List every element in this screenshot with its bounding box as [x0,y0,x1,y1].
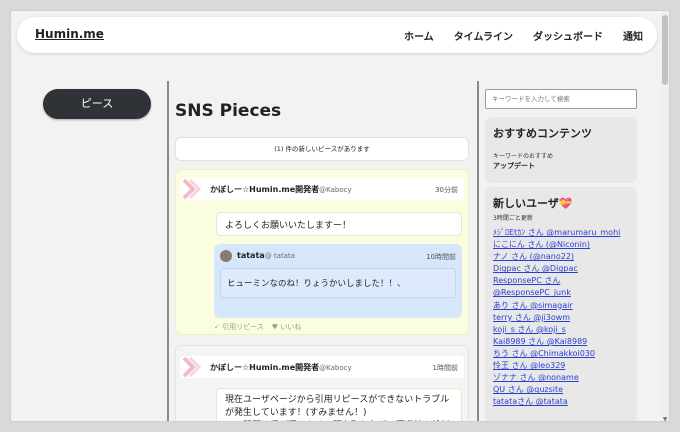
recommended-keyword[interactable]: アップデート [493,161,535,171]
post-card: かぼしー☆Humin.me開発者@Kabocy 30分前 よろしくお願いいたしま… [175,169,469,335]
pieces-button[interactable]: ピース [43,89,151,119]
recommended-title: おすすめコンテンツ [493,127,592,140]
user-link[interactable]: ResponsePC さん [493,275,639,287]
quote-author-name: tatata [237,251,265,260]
user-link[interactable]: 怜王 さん @leo329 [493,360,639,372]
brand-link[interactable]: Humin.me [35,27,104,41]
new-users-subtitle: 3時間ごと更新 [493,215,533,222]
post-actions: ✓ 引用リピース ♥ いいね [214,322,301,332]
browser-window: Humin.me ホーム タイムライン ダッシュボード 通知 ピース SNS P… [10,10,670,422]
scroll-down-arrow-icon[interactable]: ▼ [661,416,669,421]
column-divider-left [167,81,169,421]
user-link[interactable]: Kai8989 さん @Kai8989 [493,336,639,348]
post-author[interactable]: かぼしー☆Humin.me開発者@Kabocy [210,362,352,373]
post-body: よろしくお願いいたしますー！ [216,212,462,236]
chevron-avatar-icon[interactable] [180,356,202,378]
nav-notifications[interactable]: 通知 [623,28,643,43]
new-users-list: ﾒｼﾞﾛEtｶﾝ さん @marumaru_mohi にこにん さん (@Nic… [493,227,639,408]
new-users-title: 新しいユーザ💝 [493,197,573,210]
quote-author-handle: @ tatata [264,252,295,260]
quote-author[interactable]: tatata@ tatata [237,251,295,260]
new-pieces-notice[interactable]: (1) 件の新しいピースがあります [175,137,469,161]
top-navbar: Humin.me ホーム タイムライン ダッシュボード 通知 [17,17,657,53]
author-name: かぼしー☆Humin.me開発者 [210,185,320,194]
post-time[interactable]: 1時間前 [433,363,458,373]
avatar[interactable] [220,250,232,262]
user-link[interactable]: tatataさん @tatata [493,396,639,408]
post-card: かぼしー☆Humin.me開発者@Kabocy 1時間前 現在ユーザページから引… [175,345,469,421]
user-link[interactable]: terry さん @ji3owm [493,312,639,324]
recommended-subtitle: キーワードのおすすめ [493,153,554,160]
post-header: かぼしー☆Humin.me開発者@Kabocy 1時間前 [180,356,464,378]
user-link[interactable]: ゾナナ さん @noname [493,372,639,384]
user-link[interactable]: Digpac さん @Digpac [493,263,639,275]
like-button[interactable]: ♥ いいね [272,322,302,332]
quote-time: 10時間前 [426,253,456,261]
user-link[interactable]: ナノ さん (@nano22) [493,251,639,263]
post-body: 現在ユーザページから引用リピースができないトラブルが発生しています！(すみません… [216,388,462,421]
user-link[interactable]: ﾒｼﾞﾛEtｶﾝ さん @marumaru_mohi [493,227,639,239]
nav-links: ホーム タイムライン ダッシュボード 通知 [404,28,643,43]
post-time[interactable]: 30分前 [435,185,458,195]
user-link[interactable]: koji_s さん @koji_s [493,324,639,336]
quote-body: ヒューミンなのね！りょうかいしました！！、 [220,268,456,298]
vertical-scrollbar[interactable]: ▼ [661,11,669,421]
post-author[interactable]: かぼしー☆Humin.me開発者@Kabocy [210,184,352,195]
user-link[interactable]: あり さん @simagair [493,300,639,312]
quote-header: tatata@ tatata 10時間前 [220,250,456,262]
user-link[interactable]: @ResponsePC_junk [493,287,639,299]
column-divider-right [477,81,479,421]
quoted-post[interactable]: tatata@ tatata 10時間前 ヒューミンなのね！りょうかいしました！… [214,244,462,318]
scrollbar-thumb[interactable] [662,15,668,85]
like-label: いいね [280,323,302,331]
new-users-panel: 新しいユーザ💝 3時間ごと更新 ﾒｼﾞﾛEtｶﾝ さん @marumaru_mo… [485,187,639,421]
recommended-panel: おすすめコンテンツ キーワードのおすすめ アップデート [485,117,637,183]
page-title: SNS Pieces [175,101,282,121]
user-link[interactable]: ちう さん @Chimakkoi030 [493,348,639,360]
user-link[interactable]: にこにん さん (@Niconin) [493,239,639,251]
author-handle: @Kabocy [319,364,352,372]
nav-dashboard[interactable]: ダッシュボード [533,28,603,43]
requote-button[interactable]: ✓ 引用リピース [214,322,264,332]
author-handle: @Kabocy [319,186,352,194]
post-header: かぼしー☆Humin.me開発者@Kabocy 30分前 [180,178,464,200]
search-input[interactable] [485,89,637,109]
requote-label: 引用リピース [222,323,264,331]
nav-home[interactable]: ホーム [404,28,434,43]
nav-timeline[interactable]: タイムライン [454,28,513,43]
author-name: かぼしー☆Humin.me開発者 [210,363,320,372]
user-link[interactable]: QU さん @quzsite [493,384,639,396]
chevron-avatar-icon[interactable] [180,178,202,200]
